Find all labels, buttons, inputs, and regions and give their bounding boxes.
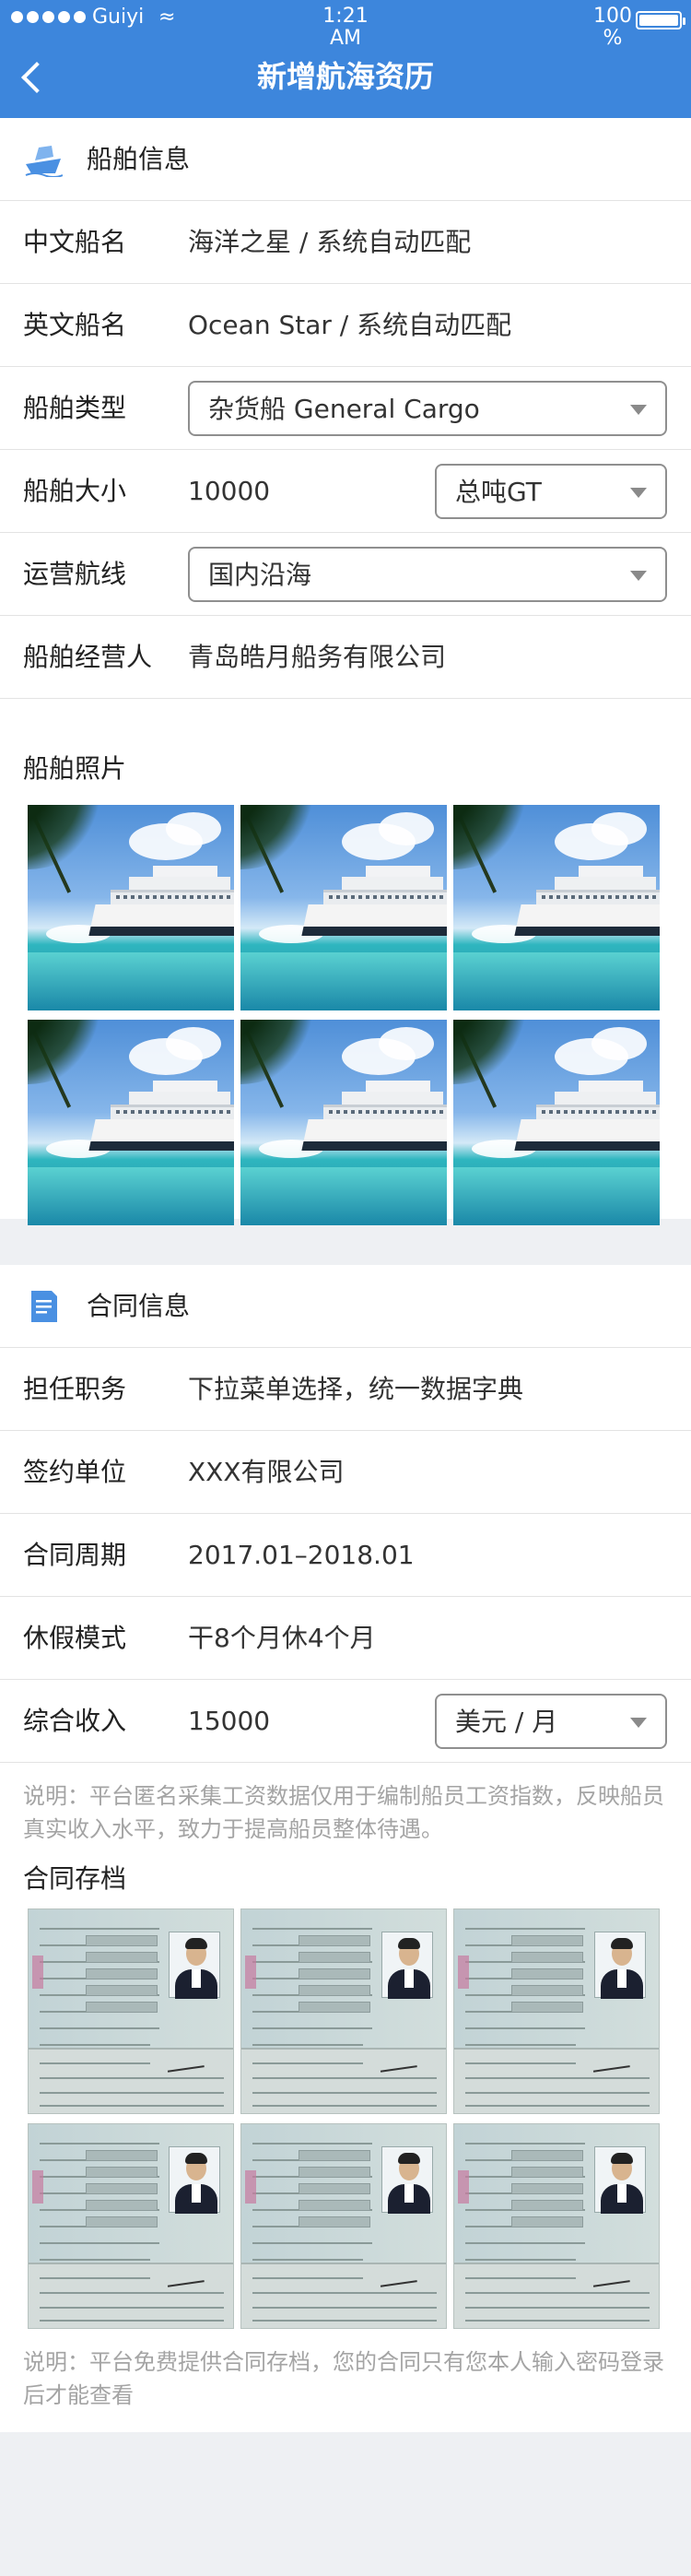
nav-header: Guiyi ≈ 1:21 AM 100 % 新增航海资历 [0,0,691,118]
ship-section-header: 船舶信息 [0,118,691,201]
route-label: 运营航线 [23,559,127,589]
income-note: 说明：平台匿名采集工资数据仅用于编制船员工资指数，反映船员真实收入水平，致力于提… [23,1783,664,1842]
row-ship-type: 船舶类型 杂货船 General Cargo [0,367,691,450]
row-en-ship-name: 英文船名 Ocean Star / 系统自动匹配 [0,284,691,367]
row-employer: 签约单位 XXX有限公司 [0,1431,691,1514]
contract-archive-label: 合同存档 [23,1863,127,1894]
route-select[interactable]: 国内沿海 [188,547,667,602]
ship-type-select[interactable]: 杂货船 General Cargo [188,381,667,436]
contract-section-title: 合同信息 [87,1291,191,1321]
income-value[interactable]: 15000 [188,1700,270,1743]
ship-photo-grid [28,805,660,1225]
signal-icon [11,11,86,23]
contract-scan[interactable] [240,2123,447,2329]
operator-value[interactable]: 青岛皓月船务有限公司 [188,636,446,679]
row-income: 综合收入 15000 美元 / 月 [0,1680,691,1763]
route-selected: 国内沿海 [208,560,312,590]
contract-scan[interactable] [28,1908,234,2114]
contract-scan[interactable] [453,1908,660,2114]
row-cn-ship-name: 中文船名 海洋之星 / 系统自动匹配 [0,201,691,284]
battery-percent: 100 % [593,5,632,50]
cn-ship-name-value[interactable]: 海洋之星 / 系统自动匹配 [188,221,471,264]
archive-note: 说明：平台免费提供合同存档，您的合同只有您本人输入密码登录后才能查看 [23,2349,664,2408]
ship-photo[interactable] [240,805,447,1010]
contract-scan[interactable] [240,1908,447,2114]
chevron-down-icon [630,488,647,498]
leave-mode-label: 休假模式 [23,1623,127,1653]
ship-type-selected: 杂货船 General Cargo [208,394,480,424]
chevron-down-icon [630,1718,647,1728]
battery-icon [636,11,685,30]
en-ship-name-label: 英文船名 [23,310,127,340]
contract-scan[interactable] [28,2123,234,2329]
contract-section-header: 合同信息 [0,1265,691,1348]
ship-section-title: 船舶信息 [87,144,191,174]
contract-archive-grid [28,1908,660,2329]
cn-ship-name-label: 中文船名 [23,227,127,257]
income-label: 综合收入 [23,1706,127,1736]
ship-type-label: 船舶类型 [23,393,127,423]
row-operator: 船舶经营人 青岛皓月船务有限公司 [0,616,691,699]
ship-photo[interactable] [28,805,234,1010]
position-label: 担任职务 [23,1374,127,1404]
ship-info-section: 船舶信息 中文船名 海洋之星 / 系统自动匹配 英文船名 Ocean Star … [0,118,691,1225]
contract-period-value[interactable]: 2017.01–2018.01 [188,1534,415,1577]
en-ship-name-value[interactable]: Ocean Star / 系统自动匹配 [188,304,511,347]
status-bar: Guiyi ≈ 1:21 AM 100 % [0,0,691,50]
ship-icon [25,146,63,177]
row-route: 运营航线 国内沿海 [0,533,691,616]
contract-info-section: 合同信息 担任职务 下拉菜单选择，统一数据字典 签约单位 XXX有限公司 合同周… [0,1265,691,2432]
row-ship-size: 船舶大小 10000 总吨GT [0,450,691,533]
wifi-icon: ≈ [158,6,176,29]
chevron-down-icon [630,405,647,415]
ship-photo[interactable] [453,805,660,1010]
row-contract-period: 合同周期 2017.01–2018.01 [0,1514,691,1597]
ship-photo[interactable] [240,1020,447,1225]
operator-label: 船舶经营人 [23,642,153,672]
chevron-down-icon [630,571,647,581]
ship-photo[interactable] [453,1020,660,1225]
ship-size-unit-selected: 总吨GT [455,477,542,507]
page-title: 新增航海资历 [256,59,434,94]
ship-photo[interactable] [28,1020,234,1225]
contract-scan[interactable] [453,2123,660,2329]
ship-size-value[interactable]: 10000 [188,470,270,513]
employer-label: 签约单位 [23,1457,127,1487]
row-position: 担任职务 下拉菜单选择，统一数据字典 [0,1348,691,1431]
document-icon [31,1291,57,1322]
ship-size-label: 船舶大小 [23,476,127,506]
clock: 1:21 AM [322,5,369,50]
position-value[interactable]: 下拉菜单选择，统一数据字典 [188,1368,523,1411]
income-unit-select[interactable]: 美元 / 月 [435,1694,667,1749]
ship-photos-label: 船舶照片 [23,753,127,784]
contract-period-label: 合同周期 [23,1540,127,1570]
ship-size-unit-select[interactable]: 总吨GT [435,464,667,519]
leave-mode-value[interactable]: 干8个月休4个月 [188,1617,376,1660]
row-leave-mode: 休假模式 干8个月休4个月 [0,1597,691,1680]
employer-value[interactable]: XXX有限公司 [188,1451,345,1494]
income-unit-selected: 美元 / 月 [455,1707,558,1737]
carrier-name: Guiyi [92,6,145,29]
